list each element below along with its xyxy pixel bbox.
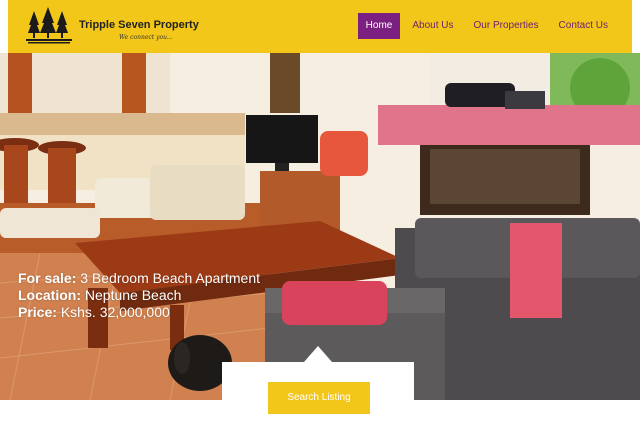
search-listing-button[interactable]: Search Listing [268, 382, 370, 414]
nav-home[interactable]: Home [357, 13, 401, 39]
listing-line-location: Location: Neptune Beach [18, 287, 260, 304]
sale-label: For sale: [18, 270, 77, 286]
price-label: Price: [18, 304, 57, 320]
listing-line-price: Price: Kshs. 32,000,000 [18, 304, 260, 321]
price-value: Kshs. 32,000,000 [60, 304, 170, 320]
brand-logo[interactable]: Tripple Seven Property We connect you... [26, 6, 206, 48]
nav-our-properties[interactable]: Our Properties [466, 13, 547, 39]
location-label: Location: [18, 287, 81, 303]
listing-caption: For sale: 3 Bedroom Beach Apartment Loca… [18, 270, 260, 321]
nav-contact-us[interactable]: Contact Us [551, 13, 616, 39]
listing-line-sale: For sale: 3 Bedroom Beach Apartment [18, 270, 260, 287]
sale-value: 3 Bedroom Beach Apartment [80, 270, 261, 286]
tree-logo-icon [26, 7, 72, 44]
nav-about-us[interactable]: About Us [404, 13, 461, 39]
site-header: Tripple Seven Property We connect you...… [8, 0, 632, 53]
location-value: Neptune Beach [84, 287, 182, 303]
main-nav: Home About Us Our Properties Contact Us [357, 13, 616, 39]
brand-tagline: We connect you... [119, 34, 173, 41]
search-panel-notch [304, 346, 332, 362]
brand-name: Tripple Seven Property [79, 19, 199, 31]
